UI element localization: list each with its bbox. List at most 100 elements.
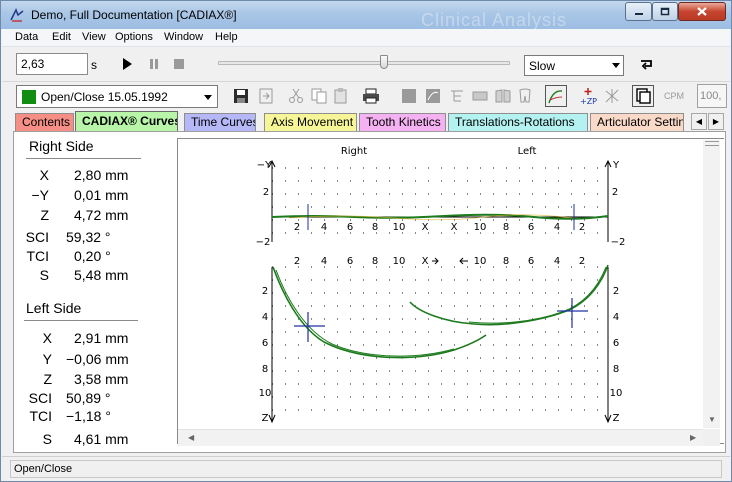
svg-text:+ZP: +ZP — [580, 97, 597, 105]
tooth-icon[interactable] — [516, 87, 534, 105]
title-bar[interactable]: Demo, Full Documentation [CADIAX®] Clini… — [1, 1, 731, 30]
status-bar: Open/Close — [2, 456, 730, 481]
copy-icon[interactable] — [310, 87, 328, 105]
mid-left-x-tick: 4 — [554, 256, 560, 267]
tab-scroll-right-icon[interactable]: ▶ — [708, 113, 724, 130]
recording-dropdown[interactable]: Open/Close 15.05.1992 — [16, 85, 218, 108]
mid-right-x-tick: 4 — [321, 256, 327, 267]
add-zero-point-icon[interactable]: +ZP — [579, 87, 597, 105]
curve-box-icon[interactable] — [424, 87, 442, 105]
tab-contents[interactable]: Contents — [15, 113, 74, 131]
tab-articulator-settings[interactable]: Articulator Settin — [590, 113, 684, 131]
mid-right-x-tick: 10 — [393, 256, 406, 267]
print-icon[interactable] — [362, 87, 380, 105]
cadiax-curves-plot[interactable]: −Y Y 2 2 −2 −2 Right Left 2 4 6 8 10 X X 10 8 6 4 2 2 4 6 8 10 X 1… — [14, 132, 725, 452]
menu-options[interactable]: Options — [115, 31, 153, 43]
close-button[interactable] — [678, 2, 726, 21]
menu-bar: Data Edit View Options Window Help — [2, 29, 730, 47]
top-right-x-tick: 8 — [372, 222, 378, 233]
mid-left-x-tick: 2 — [579, 256, 585, 267]
scroll-right-icon[interactable]: ▶ — [690, 433, 696, 442]
maximize-icon — [660, 7, 670, 16]
menu-help[interactable]: Help — [215, 31, 238, 43]
mid-right-x-arrow — [432, 257, 439, 265]
minimize-button[interactable] — [625, 2, 652, 21]
left-z-tick: Z — [613, 413, 620, 424]
tab-scroll-left-icon[interactable]: ◀ — [691, 113, 707, 130]
playback-toolbar: 2,63 s Slow — [2, 48, 730, 82]
cut-icon[interactable] — [287, 87, 305, 105]
plot-labels: −Y Y 2 2 −2 −2 Right Left 2 4 6 8 10 X X 10 8 6 4 2 2 4 6 8 10 X 1… — [256, 146, 626, 424]
tree-icon[interactable] — [448, 87, 466, 105]
time-slider[interactable] — [218, 61, 510, 65]
grid-dot-pattern — [272, 167, 598, 411]
mid-right-x-tick: 8 — [372, 256, 378, 267]
menu-window[interactable]: Window — [164, 31, 203, 43]
speed-dropdown[interactable]: Slow — [524, 55, 624, 76]
tab-axis-movement[interactable]: Axis Movement — [264, 113, 357, 131]
curves-panel: Right Side X 2,80 mm −Y 0,01 mm Z 4,72 m… — [13, 131, 726, 453]
vertical-scrollbar[interactable]: ▼ — [703, 140, 720, 428]
scroll-left-icon[interactable]: ◀ — [188, 433, 194, 442]
background-window-title: Clinical Analysis — [421, 10, 568, 30]
top-right-neg-y-label: −Y — [257, 160, 272, 171]
top-left-x-tick: 10 — [474, 222, 487, 233]
stop-icon[interactable] — [172, 57, 186, 71]
menu-edit[interactable]: Edit — [52, 31, 71, 43]
horizontal-scrollbar[interactable]: ◀ ▶ — [178, 429, 703, 446]
mid-right-x-tick: X — [422, 256, 429, 267]
top-left-x-tick: X — [451, 222, 458, 233]
tab-cadiax-curves[interactable]: CADIAX® Curves — [75, 111, 178, 132]
right-z-tick: 8 — [262, 364, 268, 375]
play-icon[interactable] — [120, 57, 134, 71]
book-icon[interactable] — [494, 87, 512, 105]
window-title: Demo, Full Documentation [CADIAX®] — [31, 8, 237, 22]
time-input[interactable]: 2,63 — [16, 53, 88, 75]
left-z-tick: 10 — [610, 388, 623, 399]
plot-axes — [268, 159, 612, 424]
close-icon — [697, 7, 707, 16]
tab-time-curves[interactable]: Time Curves — [184, 113, 256, 131]
save-icon[interactable] — [232, 87, 250, 105]
axis-tool-icon[interactable] — [603, 87, 621, 105]
left-z-tick: 4 — [613, 312, 619, 323]
cpm-label[interactable]: CPM — [664, 91, 684, 101]
top-right-two-label: 2 — [263, 187, 269, 198]
time-slider-thumb[interactable] — [380, 55, 389, 69]
scroll-down-icon[interactable]: ▼ — [708, 415, 716, 424]
vscroll-thumb[interactable] — [705, 141, 719, 146]
right-z-tick: 6 — [262, 338, 268, 349]
left-z-tick: 2 — [613, 286, 619, 297]
top-left-x-tick: 8 — [503, 222, 509, 233]
paste-icon[interactable] — [332, 87, 350, 105]
top-right-x-tick: 4 — [321, 222, 327, 233]
export-icon[interactable] — [257, 87, 275, 105]
tab-strip: Contents CADIAX® Curves Time Curves Axis… — [2, 111, 730, 132]
right-z-tick: Z — [262, 413, 269, 424]
menu-data[interactable]: Data — [15, 31, 38, 43]
application-window: Demo, Full Documentation [CADIAX®] Clini… — [0, 0, 732, 482]
top-right-neg-two-label: −2 — [256, 237, 271, 248]
tab-translations-rotations[interactable]: Translations-Rotations — [448, 113, 588, 131]
top-right-x-tick: 6 — [347, 222, 353, 233]
copy-window-icon[interactable] — [632, 85, 654, 107]
minimize-icon — [634, 12, 643, 15]
chevron-down-icon — [612, 63, 620, 68]
pause-icon[interactable] — [147, 57, 161, 71]
gray-block-icon[interactable] — [400, 87, 418, 105]
right-plot-title: Right — [341, 146, 367, 157]
left-plot-title: Left — [518, 146, 537, 157]
film-icon[interactable] — [471, 87, 489, 105]
loop-icon[interactable] — [639, 57, 655, 71]
mid-left-x-tick: 6 — [528, 256, 534, 267]
curve-display-icon[interactable] — [545, 85, 567, 107]
zoom-field[interactable]: 100, — [697, 84, 727, 108]
maximize-button[interactable] — [652, 2, 678, 21]
scroll-corner — [703, 429, 720, 446]
top-left-two-label: 2 — [612, 187, 618, 198]
recording-label: Open/Close 15.05.1992 — [41, 90, 168, 104]
top-left-y-label: Y — [612, 160, 620, 171]
left-z-tick: 8 — [613, 364, 619, 375]
tab-tooth-kinetics[interactable]: Tooth Kinetics — [359, 113, 446, 131]
menu-view[interactable]: View — [82, 31, 106, 43]
